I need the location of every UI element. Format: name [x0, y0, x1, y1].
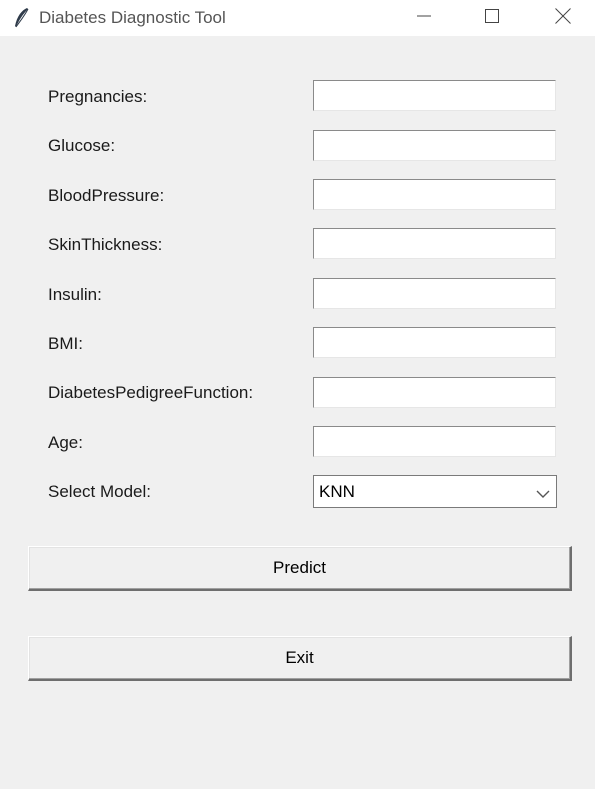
age-label: Age: — [48, 433, 83, 452]
skin-thickness-label: SkinThickness: — [48, 235, 163, 254]
blood-pressure-label: BloodPressure: — [48, 186, 165, 205]
insulin-input[interactable] — [313, 278, 556, 309]
maximize-button[interactable] — [469, 0, 515, 36]
select-model-label: Select Model: — [48, 482, 151, 501]
title-bar[interactable]: Diabetes Diagnostic Tool — [0, 0, 595, 36]
skin-thickness-input[interactable] — [313, 228, 556, 259]
glucose-input[interactable] — [313, 130, 556, 161]
minimize-button[interactable] — [401, 0, 447, 36]
maximize-icon — [485, 8, 499, 28]
feather-icon — [12, 7, 30, 29]
diabetes-pedigree-function-input[interactable] — [313, 377, 556, 408]
predict-button-label: Predict — [273, 558, 326, 577]
bmi-input[interactable] — [313, 327, 556, 358]
close-icon — [555, 7, 571, 29]
predict-button[interactable]: Predict — [28, 546, 572, 591]
model-combobox[interactable]: KNN — [313, 475, 557, 508]
exit-button[interactable]: Exit — [28, 636, 572, 681]
age-input[interactable] — [313, 426, 556, 457]
model-selected-value: KNN — [319, 482, 355, 501]
glucose-label: Glucose: — [48, 136, 116, 155]
exit-button-label: Exit — [285, 648, 314, 667]
minimize-icon — [417, 9, 431, 28]
blood-pressure-input[interactable] — [313, 179, 556, 210]
pregnancies-label: Pregnancies: — [48, 87, 148, 106]
diabetes-pedigree-function-label: DiabetesPedigreeFunction: — [48, 383, 254, 402]
pregnancies-input[interactable] — [313, 80, 556, 111]
bmi-label: BMI: — [48, 334, 83, 353]
insulin-label: Insulin: — [48, 285, 102, 304]
window-title: Diabetes Diagnostic Tool — [39, 8, 226, 27]
chevron-down-icon[interactable] — [536, 486, 550, 498]
close-button[interactable] — [540, 0, 586, 36]
app-window: Diabetes Diagnostic Tool Pregnancies: Gl… — [0, 0, 595, 789]
